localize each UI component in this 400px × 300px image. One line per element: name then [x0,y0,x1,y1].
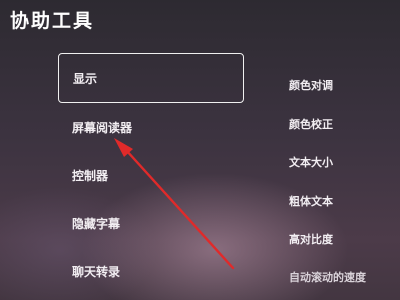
menu-item-closed-captions[interactable]: 隐藏字幕 [58,199,244,247]
menu-item-screen-reader[interactable]: 屏幕阅读器 [58,103,244,151]
menu-item-label: 显示 [73,71,98,86]
menu-item-label: 屏幕阅读器 [72,120,133,135]
menu-item-label: 控制器 [72,168,109,183]
option-high-contrast[interactable]: 高对比度 [289,220,399,259]
display-options-list: 颜色对调 颜色校正 文本大小 粗体文本 高对比度 自动滚动的速度 [289,66,399,289]
menu-item-display[interactable]: 显示 [58,53,244,103]
menu-item-controller[interactable]: 控制器 [58,151,244,199]
option-color-correction[interactable]: 颜色校正 [289,105,399,144]
option-text-size[interactable]: 文本大小 [289,143,399,182]
option-bold-text[interactable]: 粗体文本 [289,182,399,221]
accessibility-menu: 显示 屏幕阅读器 控制器 隐藏字幕 聊天转录 [58,53,244,295]
option-color-inversion[interactable]: 颜色对调 [289,66,399,105]
menu-item-label: 聊天转录 [72,264,121,279]
option-auto-scroll-speed[interactable]: 自动滚动的速度 [289,259,399,289]
page-title: 协助工具 [10,10,95,32]
menu-item-label: 隐藏字幕 [72,216,121,231]
menu-item-chat-transcription[interactable]: 聊天转录 [58,247,244,295]
